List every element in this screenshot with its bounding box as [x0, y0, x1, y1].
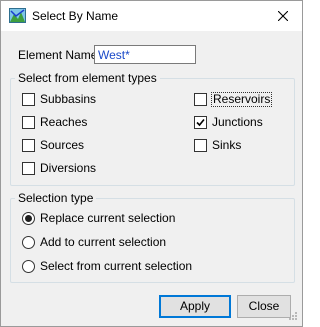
select-by-name-dialog: Select By Name Element Name: Select from… — [0, 0, 303, 327]
add-selection-radio[interactable] — [22, 236, 35, 249]
sources-checkbox[interactable] — [22, 139, 35, 152]
element-name-label: Element Name: — [18, 48, 101, 62]
window-title: Select By Name — [32, 9, 119, 23]
checkmark-icon — [196, 118, 205, 127]
reservoirs-label: Reservoirs — [211, 92, 273, 107]
sinks-checkbox[interactable] — [194, 139, 207, 152]
app-icon — [9, 8, 26, 23]
reaches-checkbox[interactable] — [22, 116, 35, 129]
reaches-label: Reaches — [40, 115, 88, 129]
title-bar: Select By Name — [1, 1, 302, 31]
reservoirs-checkbox[interactable] — [194, 93, 207, 106]
replace-selection-radio[interactable] — [22, 212, 35, 225]
apply-button[interactable]: Apply — [159, 295, 231, 318]
close-icon — [278, 11, 288, 21]
element-name-input[interactable] — [94, 45, 196, 64]
subbasins-label: Subbasins — [40, 92, 97, 106]
diversions-label: Diversions — [40, 161, 97, 175]
diversions-checkbox[interactable] — [22, 162, 35, 175]
element-types-legend: Select from element types — [15, 71, 160, 85]
replace-selection-label: Replace current selection — [40, 211, 176, 225]
resize-grip-icon[interactable] — [287, 312, 298, 323]
subbasins-checkbox[interactable] — [22, 93, 35, 106]
junctions-label: Junctions — [212, 115, 263, 129]
close-button[interactable]: Close — [237, 295, 291, 318]
add-selection-label: Add to current selection — [40, 235, 167, 249]
junctions-checkbox[interactable] — [194, 116, 207, 129]
select-from-selection-label: Select from current selection — [40, 259, 193, 273]
sources-label: Sources — [40, 138, 85, 152]
selection-type-legend: Selection type — [15, 191, 97, 205]
select-from-selection-radio[interactable] — [22, 260, 35, 273]
close-window-button[interactable] — [268, 3, 298, 29]
sinks-label: Sinks — [212, 138, 242, 152]
